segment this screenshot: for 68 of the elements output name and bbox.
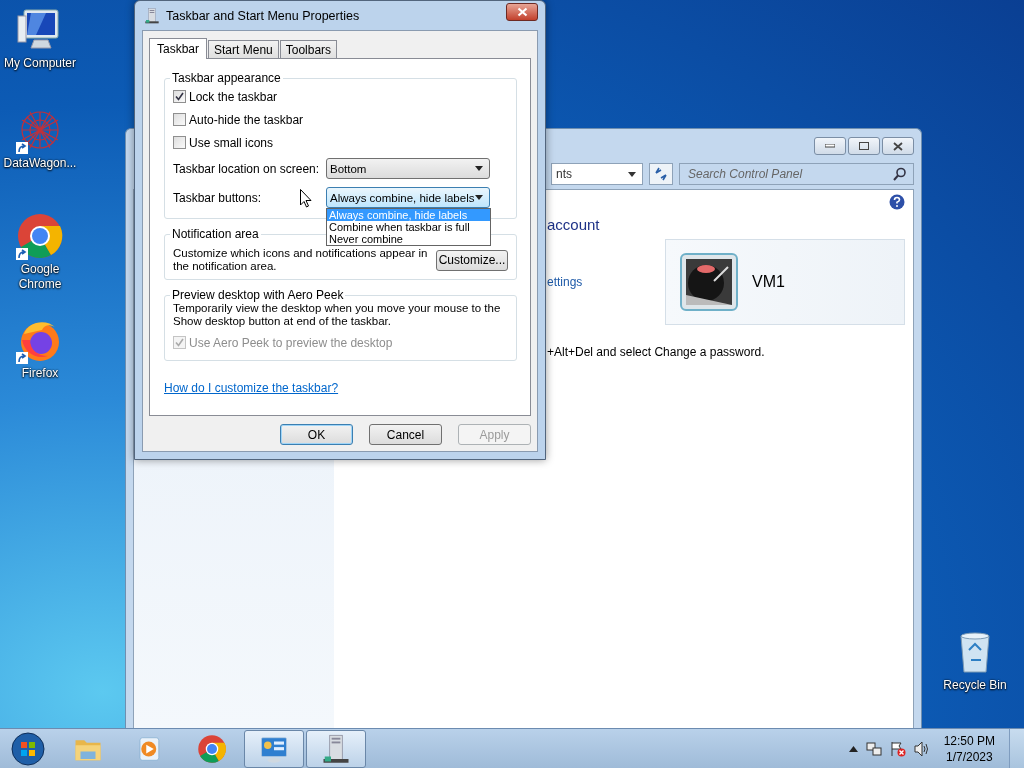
checkbox[interactable]: [173, 113, 186, 126]
caret-icon: [475, 166, 483, 171]
tower-computer-icon: [144, 7, 160, 24]
field-label: Taskbar buttons:: [173, 190, 262, 205]
caret-icon: [475, 195, 483, 200]
tab[interactable]: Toolbars: [279, 40, 338, 58]
checkbox-label: Use Aero Peek to preview the desktop: [189, 335, 393, 350]
shortcut-label: Recycle Bin: [942, 678, 1008, 693]
description-text: Customize which icons and notifications appear in the notification area.: [173, 247, 429, 273]
maximize-icon: [859, 142, 869, 150]
shortcut-label: My Computer: [3, 56, 77, 71]
refresh-button[interactable]: [649, 163, 673, 185]
flag-warning-icon[interactable]: [889, 740, 906, 757]
speaker-icon[interactable]: [913, 740, 930, 757]
dropdown-option[interactable]: Never combine: [327, 233, 490, 245]
desktop-shortcut[interactable]: Firefox: [0, 316, 80, 381]
shortcut-label: DataWagon...: [2, 156, 78, 171]
help-link[interactable]: How do I customize the taskbar?: [164, 381, 339, 395]
dropdown[interactable]: Always combine, hide labels: [326, 187, 490, 208]
desktop-shortcut[interactable]: DataWagon...: [0, 106, 80, 171]
tab[interactable]: Taskbar: [149, 38, 208, 59]
dialog-button[interactable]: Cancel: [369, 424, 442, 445]
minimize-icon: [825, 144, 835, 148]
settings-link[interactable]: ettings: [547, 275, 583, 289]
turntable-picture-icon: [680, 253, 738, 311]
mouse-pointer-icon: [300, 189, 312, 208]
dropdown[interactable]: Bottom: [326, 158, 490, 179]
group-title: Preview desktop with Aero Peek: [171, 288, 345, 302]
close-button[interactable]: [506, 2, 538, 21]
desktop-shortcut[interactable]: My Computer: [0, 6, 80, 71]
close-button[interactable]: [882, 137, 914, 155]
checkbox[interactable]: [173, 136, 186, 149]
dropdown-option[interactable]: Combine when taskbar is full: [327, 221, 490, 233]
user-name: VM1: [752, 273, 785, 291]
customize-button[interactable]: Customize...: [436, 249, 508, 271]
taskbar-button[interactable]: [244, 729, 304, 768]
desktop-shortcut[interactable]: Google Chrome: [0, 212, 80, 292]
refresh-icon: [654, 167, 668, 181]
field-label: Taskbar location on screen:: [173, 161, 320, 176]
checkbox-label: Lock the taskbar: [189, 89, 278, 104]
search-icon[interactable]: [893, 167, 907, 181]
address-bar[interactable]: nts: [551, 163, 643, 185]
checkbox-label: Auto-hide the taskbar: [189, 112, 304, 127]
checkbox[interactable]: [173, 90, 186, 103]
show-hidden-icons-icon[interactable]: [848, 745, 858, 752]
instruction-text: +Alt+Del and select Change a password.: [547, 345, 766, 359]
group-title: Notification area: [171, 227, 260, 241]
close-icon: [893, 141, 903, 151]
dialog-button[interactable]: OK: [280, 424, 353, 445]
group-title: Taskbar appearance: [171, 71, 282, 85]
desktop-shortcut[interactable]: Recycle Bin: [935, 628, 1015, 693]
tower-computer-icon: [321, 733, 351, 764]
chrome-icon: [197, 733, 227, 764]
description-text: Temporarily view the desktop when you move your mouse to the Show desktop button at end of the taskbar.: [173, 302, 502, 328]
checkbox-label: Use small icons: [189, 135, 274, 150]
shortcut-label: Firefox: [20, 366, 60, 381]
search-field[interactable]: Search Control Panel: [679, 163, 914, 185]
taskbar-button[interactable]: [306, 729, 366, 768]
close-icon: [516, 6, 528, 17]
network-icon[interactable]: [865, 740, 882, 757]
shortcut-label: Google Chrome: [17, 262, 63, 292]
page-heading: account: [547, 216, 601, 233]
chrome-icon: [16, 212, 64, 260]
window-title: Taskbar and Start Menu Properties: [166, 8, 361, 23]
maximize-button[interactable]: [848, 137, 880, 155]
help-icon[interactable]: [889, 194, 905, 210]
clock[interactable]: 12:50 PM 1/7/2023: [937, 732, 1001, 765]
tab[interactable]: Start Menu: [208, 40, 279, 58]
